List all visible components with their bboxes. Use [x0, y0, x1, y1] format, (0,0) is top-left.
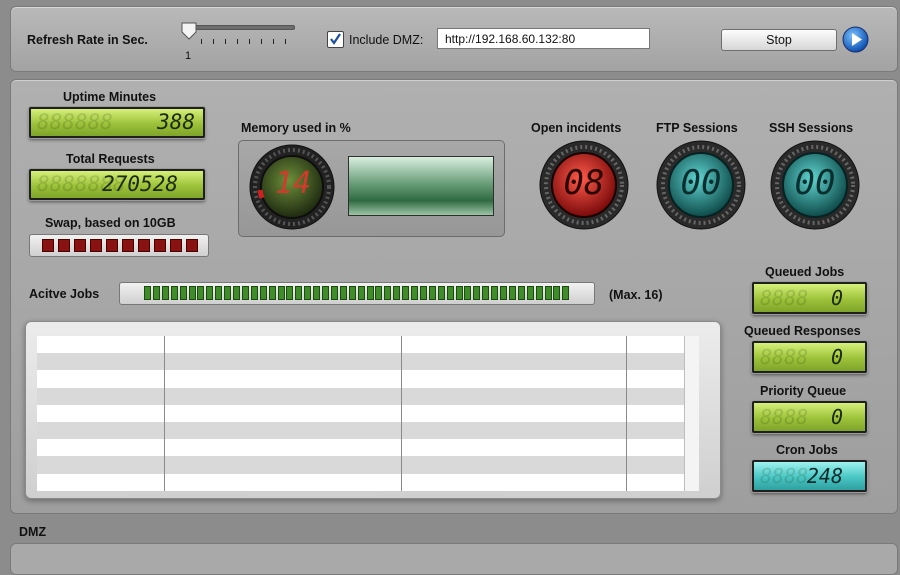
queued-jobs-display: 8888 0: [752, 282, 867, 314]
active-job-cell: [411, 286, 418, 300]
play-icon[interactable]: [842, 26, 869, 53]
active-job-cell: [402, 286, 410, 300]
active-job-cell: [384, 286, 392, 300]
active-job-cell: [437, 286, 445, 300]
refresh-rate-slider-thumb[interactable]: [181, 22, 197, 40]
active-job-cell: [526, 286, 534, 300]
cron-jobs-display: 8888 248: [752, 460, 867, 492]
queued-responses-label: Queued Responses: [744, 324, 861, 338]
active-job-cell: [375, 286, 383, 300]
active-job-cell: [482, 286, 490, 300]
active-job-cell: [446, 286, 454, 300]
ftp-sessions-value: 00: [680, 163, 722, 203]
active-job-cell: [259, 286, 267, 300]
stop-button[interactable]: Stop: [721, 29, 837, 51]
active-job-cell: [544, 286, 552, 300]
cron-jobs-value: 248: [806, 464, 843, 488]
active-job-cell: [419, 286, 427, 300]
table-scrollbar[interactable]: [684, 336, 699, 491]
active-job-cell: [322, 286, 329, 300]
dmz-section-title: DMZ: [19, 525, 47, 539]
active-job-cell: [508, 286, 516, 300]
active-job-cell: [455, 286, 463, 300]
include-dmz-label: Include DMZ:: [349, 33, 424, 47]
active-job-cell: [473, 286, 481, 300]
active-job-cell: [224, 286, 232, 300]
queued-responses-value: 0: [830, 345, 843, 369]
active-jobs-label: Acitve Jobs: [29, 287, 100, 301]
active-job-cell: [197, 286, 205, 300]
open-incidents-value: 08: [563, 163, 605, 203]
active-job-cell: [464, 286, 472, 300]
uptime-label: Uptime Minutes: [63, 90, 157, 104]
active-job-cell: [304, 286, 312, 300]
memory-value: 14: [274, 166, 312, 201]
active-job-cell: [313, 286, 321, 300]
ftp-sessions-label: FTP Sessions: [656, 121, 738, 135]
active-job-cell: [188, 286, 196, 300]
active-job-cell: [250, 286, 258, 300]
active-jobs-max: (Max. 16): [609, 288, 663, 302]
jobs-table: [37, 336, 684, 491]
active-job-cell: [241, 286, 249, 300]
active-job-cell: [393, 286, 401, 300]
queued-jobs-value: 0: [830, 286, 843, 310]
total-requests-display: 8888888 270528: [29, 169, 205, 200]
open-incidents-label: Open incidents: [531, 121, 622, 135]
table-column-divider: [164, 336, 165, 491]
active-job-cell: [233, 286, 240, 300]
checkmark-icon: [330, 33, 341, 45]
active-job-cell: [152, 286, 160, 300]
active-job-cell: [295, 286, 303, 300]
active-job-cell: [179, 286, 187, 300]
active-job-cell: [366, 286, 374, 300]
active-job-cell: [500, 286, 507, 300]
priority-queue-label: Priority Queue: [760, 384, 847, 398]
table-column-divider: [401, 336, 402, 491]
priority-queue-display: 8888 0: [752, 401, 867, 433]
active-job-cell: [215, 286, 223, 300]
swap-meter: [29, 234, 209, 257]
cron-jobs-label: Cron Jobs: [776, 443, 838, 457]
uptime-value: 388: [157, 110, 195, 134]
active-job-cell: [144, 286, 151, 300]
swap-label: Swap, based on 10GB: [45, 216, 176, 230]
active-job-cell: [161, 286, 169, 300]
refresh-rate-value: 1: [185, 50, 192, 62]
active-job-cell: [491, 286, 499, 300]
active-job-cell: [277, 286, 285, 300]
active-job-cell: [170, 286, 178, 300]
ssh-sessions-value: 00: [794, 163, 836, 203]
active-job-cell: [330, 286, 338, 300]
active-job-cell: [517, 286, 525, 300]
active-job-cell: [357, 286, 365, 300]
active-job-cell: [286, 286, 294, 300]
priority-queue-value: 0: [830, 405, 843, 429]
refresh-rate-slider-track[interactable]: [185, 25, 295, 30]
memory-level-bar: [348, 156, 494, 216]
queued-responses-display: 8888 0: [752, 341, 867, 373]
server-url-input[interactable]: http://192.168.60.132:80: [437, 28, 650, 49]
memory-label: Memory used in %: [241, 121, 351, 135]
active-job-cell: [348, 286, 356, 300]
uptime-display: 888888 388: [29, 107, 205, 138]
active-job-cell: [553, 286, 561, 300]
include-dmz-checkbox[interactable]: [327, 31, 344, 48]
active-job-cell: [268, 286, 276, 300]
active-job-cell: [339, 286, 347, 300]
dmz-panel: [10, 543, 898, 575]
total-requests-label: Total Requests: [66, 152, 155, 166]
queued-jobs-label: Queued Jobs: [765, 265, 845, 279]
refresh-rate-label: Refresh Rate in Sec.: [27, 33, 148, 47]
table-column-divider: [626, 336, 627, 491]
active-job-cell: [562, 286, 570, 300]
active-job-cell: [535, 286, 543, 300]
active-job-cell: [428, 286, 436, 300]
ssh-sessions-label: SSH Sessions: [769, 121, 854, 135]
active-job-cell: [206, 286, 214, 300]
